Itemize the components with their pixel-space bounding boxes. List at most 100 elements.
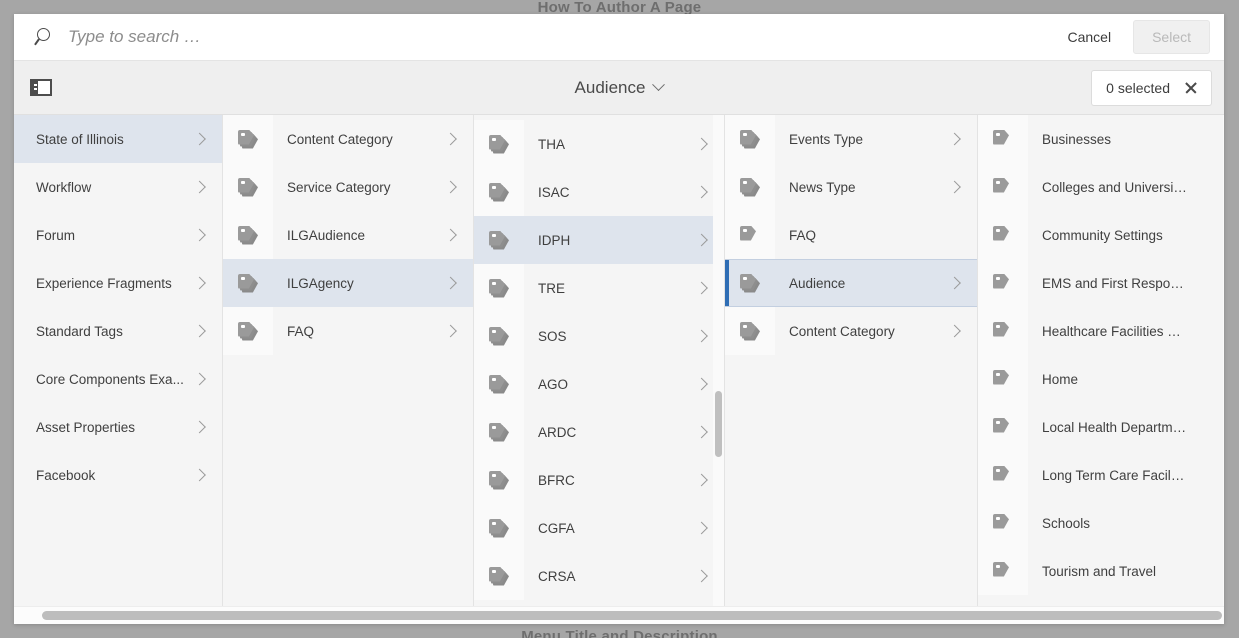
list-item[interactable]: ILGAudience <box>223 211 473 259</box>
chevron-right-icon[interactable] <box>437 163 459 211</box>
tag-icon-cell <box>474 504 524 552</box>
chevron-right-icon[interactable] <box>688 168 710 216</box>
list-item[interactable]: Experience Fragments <box>14 259 222 307</box>
list-item[interactable]: ILGAgency <box>223 259 473 307</box>
list-item-label: BFRC <box>524 473 688 488</box>
list-item[interactable]: BFRC <box>474 456 724 504</box>
tag-icon-cell <box>223 259 273 307</box>
tag-icon <box>993 274 1013 293</box>
list-item[interactable]: Tourism and Travel <box>978 547 1223 595</box>
tag-icon-cell <box>725 260 775 306</box>
vertical-scrollbar-track[interactable] <box>713 115 724 606</box>
list-item[interactable]: Content Category <box>223 115 473 163</box>
list-item[interactable]: EMS and First Responders <box>978 259 1223 307</box>
list-item[interactable]: Standard Tags <box>14 307 222 355</box>
chevron-down-icon[interactable] <box>653 78 666 91</box>
tag-icon-cell <box>223 211 273 259</box>
chevron-right-icon[interactable] <box>941 307 963 355</box>
chevron-right-icon[interactable] <box>186 307 208 355</box>
chevron-right-icon[interactable] <box>437 115 459 163</box>
list-item[interactable]: THA <box>474 120 724 168</box>
search-input[interactable] <box>68 27 1053 47</box>
background-page-heading-bottom: Menu Title and Description <box>0 628 1239 638</box>
list-item[interactable]: IDPH <box>474 216 724 264</box>
chevron-right-icon[interactable] <box>688 504 710 552</box>
list-item[interactable]: Workflow <box>14 163 222 211</box>
list-item[interactable]: SOS <box>474 312 724 360</box>
panel-toggle-icon[interactable] <box>30 79 52 96</box>
list-item[interactable]: AGO <box>474 360 724 408</box>
list-item[interactable]: Local Health Departments <box>978 403 1223 451</box>
chevron-right-icon[interactable] <box>186 163 208 211</box>
list-item[interactable]: Facebook <box>14 451 222 499</box>
horizontal-scrollbar[interactable] <box>14 606 1224 624</box>
chevron-right-icon[interactable] <box>688 312 710 360</box>
list-item[interactable]: Home <box>978 355 1223 403</box>
chevron-right-icon[interactable] <box>688 408 710 456</box>
list-item[interactable]: TRE <box>474 264 724 312</box>
list-item[interactable]: Community Settings <box>978 211 1223 259</box>
list-item[interactable]: Schools <box>978 499 1223 547</box>
list-item[interactable]: Long Term Care Facilities <box>978 451 1223 499</box>
select-button[interactable]: Select <box>1133 20 1210 54</box>
list-item[interactable]: Businesses <box>978 115 1223 163</box>
list-item[interactable]: ARDC <box>474 408 724 456</box>
tag-icon <box>740 274 760 293</box>
chevron-right-icon[interactable] <box>437 211 459 259</box>
chevron-right-icon[interactable] <box>688 456 710 504</box>
chevron-right-icon[interactable] <box>688 264 710 312</box>
chevron-right-icon[interactable] <box>688 120 710 168</box>
tag-icon-cell <box>978 403 1028 451</box>
list-item[interactable]: Service Category <box>223 163 473 211</box>
list-item[interactable]: Core Components Exa... <box>14 355 222 403</box>
chevron-right-icon[interactable] <box>688 360 710 408</box>
vertical-scrollbar-thumb[interactable] <box>715 391 722 457</box>
tag-icon-cell <box>978 115 1028 163</box>
chevron-right-icon[interactable] <box>186 211 208 259</box>
close-icon[interactable] <box>1184 81 1197 94</box>
list-item-label: Schools <box>1028 516 1187 531</box>
tag-icon-cell <box>474 552 524 600</box>
tag-icon-cell <box>474 168 524 216</box>
list-item[interactable]: Audience <box>725 259 977 307</box>
tag-icon-cell <box>474 408 524 456</box>
chevron-right-icon[interactable] <box>186 115 208 163</box>
list-item[interactable]: Healthcare Facilities and Work... <box>978 307 1223 355</box>
horizontal-scrollbar-thumb[interactable] <box>42 611 1222 620</box>
chevron-right-icon[interactable] <box>186 403 208 451</box>
list-item[interactable]: Events Type <box>725 115 977 163</box>
cancel-button[interactable]: Cancel <box>1053 21 1125 53</box>
chevron-right-icon[interactable] <box>941 260 963 306</box>
chevron-right-icon[interactable] <box>688 216 710 264</box>
tag-icon-cell <box>223 163 273 211</box>
list-item[interactable]: Colleges and Universities <box>978 163 1223 211</box>
list-item[interactable]: CGFA <box>474 504 724 552</box>
list-item[interactable]: State of Illinois <box>14 115 222 163</box>
chevron-right-icon[interactable] <box>941 163 963 211</box>
chevron-right-icon[interactable] <box>186 355 208 403</box>
list-item[interactable]: FAQ <box>223 307 473 355</box>
list-item[interactable]: FAQ <box>725 211 977 259</box>
chevron-right-icon[interactable] <box>437 259 459 307</box>
selected-count-pill[interactable]: 0 selected <box>1091 70 1212 106</box>
list-item[interactable]: ISAC <box>474 168 724 216</box>
list-item[interactable]: CRSA <box>474 552 724 600</box>
list-item[interactable]: Content Category <box>725 307 977 355</box>
state-of-illinois-column: Content CategoryService CategoryILGAudie… <box>223 115 474 606</box>
picker-title-group: Audience <box>14 78 1224 98</box>
list-item[interactable]: News Type <box>725 163 977 211</box>
list-item-label: Colleges and Universities <box>1028 180 1187 195</box>
list-item-label: News Type <box>775 180 941 195</box>
audience-column: Businesses Colleges and Universities Commu… <box>978 115 1223 606</box>
list-item-label: Tourism and Travel <box>1028 564 1187 579</box>
list-item[interactable]: Asset Properties <box>14 403 222 451</box>
tag-icon <box>489 471 509 490</box>
list-item-label: Facebook <box>36 468 186 483</box>
chevron-right-icon[interactable] <box>186 259 208 307</box>
chevron-right-icon[interactable] <box>186 451 208 499</box>
chevron-right-icon[interactable] <box>437 307 459 355</box>
chevron-right-icon[interactable] <box>941 115 963 163</box>
chevron-right-icon[interactable] <box>688 552 710 600</box>
list-item[interactable]: Forum <box>14 211 222 259</box>
tag-icon-cell <box>474 312 524 360</box>
